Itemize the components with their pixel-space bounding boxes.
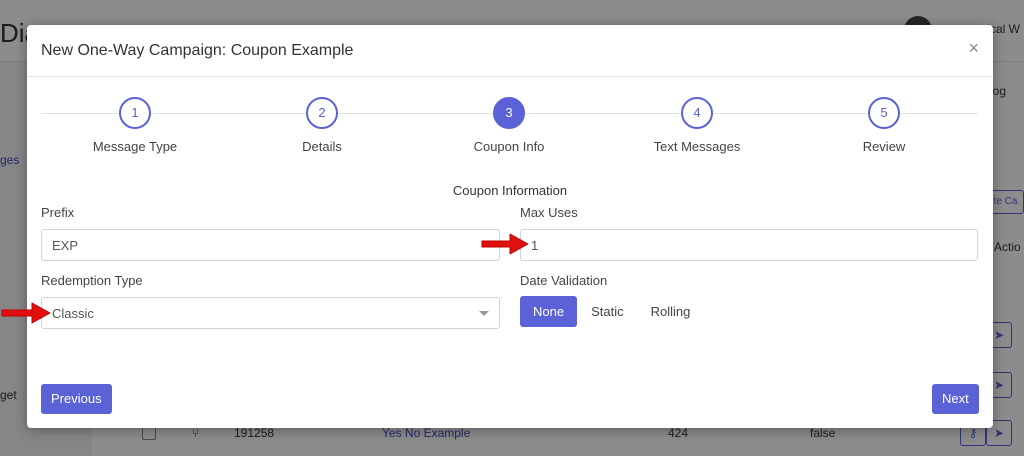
redemption-type-value: Classic <box>52 306 94 321</box>
redemption-type-select[interactable]: Classic <box>41 297 500 329</box>
step-number: 1 <box>119 97 151 129</box>
date-validation-label: Date Validation <box>520 273 608 288</box>
annotation-arrow-icon <box>481 233 529 255</box>
step-number: 4 <box>681 97 713 129</box>
date-validation-none-button[interactable]: None <box>520 296 578 327</box>
modal-title: New One-Way Campaign: Coupon Example <box>41 42 354 59</box>
step-review[interactable]: 5 Review <box>824 97 944 154</box>
redemption-type-label: Redemption Type <box>41 273 143 288</box>
step-number: 5 <box>868 97 900 129</box>
close-icon[interactable]: × <box>968 39 979 57</box>
prefix-input[interactable] <box>41 229 500 261</box>
date-validation-static-button[interactable]: Static <box>578 296 637 327</box>
max-uses-label: Max Uses <box>520 205 578 220</box>
modal-header: New One-Way Campaign: Coupon Example × <box>27 25 993 77</box>
step-number: 2 <box>306 97 338 129</box>
step-label: Message Type <box>92 139 178 154</box>
max-uses-input[interactable] <box>520 229 978 261</box>
step-label: Details <box>302 139 342 154</box>
step-label: Review <box>862 139 906 154</box>
step-details[interactable]: 2 Details <box>262 97 382 154</box>
step-text-messages[interactable]: 4 Text Messages <box>637 97 757 154</box>
step-coupon-info[interactable]: 3 Coupon Info <box>449 97 569 154</box>
date-validation-toggle: None Static Rolling <box>520 296 704 327</box>
annotation-arrow-icon <box>1 302 51 324</box>
previous-button[interactable]: Previous <box>41 384 112 414</box>
step-label: Text Messages <box>653 139 741 154</box>
campaign-modal: New One-Way Campaign: Coupon Example × 1… <box>27 25 993 428</box>
wizard-stepper: 1 Message Type 2 Details 3 Coupon Info 4… <box>41 97 978 157</box>
step-message-type[interactable]: 1 Message Type <box>75 97 195 154</box>
date-validation-rolling-button[interactable]: Rolling <box>638 296 704 327</box>
caret-down-icon <box>479 311 489 316</box>
step-label: Coupon Info <box>473 139 545 154</box>
section-title: Coupon Information <box>452 183 568 198</box>
next-button[interactable]: Next <box>932 384 979 414</box>
step-number: 3 <box>493 97 525 129</box>
prefix-label: Prefix <box>41 205 75 220</box>
